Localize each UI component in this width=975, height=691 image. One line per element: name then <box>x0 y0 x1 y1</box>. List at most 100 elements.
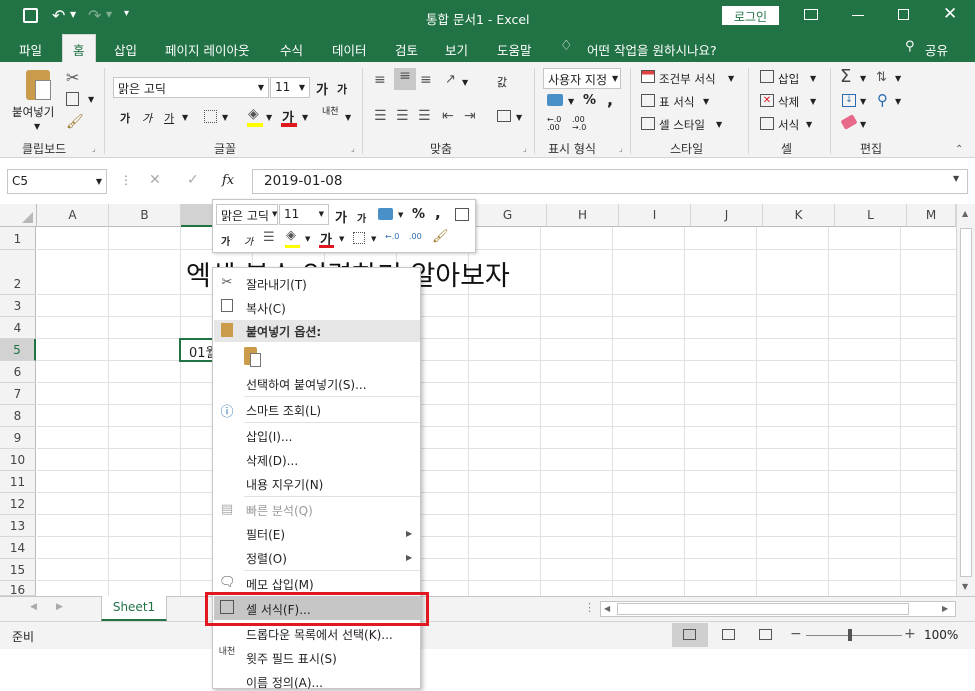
row-header-1[interactable]: 1 <box>0 227 36 250</box>
row-header-9[interactable]: 9 <box>0 427 36 449</box>
alignment-launcher-icon[interactable]: ⌟ <box>523 144 527 153</box>
page-layout-view-icon[interactable] <box>722 629 735 640</box>
scroll-left-icon[interactable]: ◀ <box>604 604 610 613</box>
increase-indent-icon[interactable]: ⇥ <box>464 108 476 124</box>
decrease-decimal-button[interactable]: .00 →.0 <box>572 116 586 132</box>
top-align-icon[interactable]: ≡ <box>374 72 386 88</box>
table-format-button[interactable]: 표 서식 <box>659 94 694 110</box>
minimize-icon[interactable] <box>852 15 864 16</box>
mini-border-dropdown-icon[interactable]: ▼ <box>371 235 376 243</box>
format-dropdown-icon[interactable]: ▼ <box>806 120 812 129</box>
tab-file[interactable]: 파일 <box>19 40 42 59</box>
column-header-h[interactable]: H <box>547 204 619 227</box>
mini-font-chevron-icon[interactable]: ▼ <box>272 210 278 218</box>
table-format-icon[interactable] <box>641 94 655 107</box>
scroll-up-icon[interactable]: ▲ <box>962 209 968 218</box>
merge-dropdown-icon[interactable]: ▼ <box>516 113 522 122</box>
fill-dropdown-icon[interactable]: ▼ <box>266 113 272 122</box>
tab-home[interactable]: 홈 <box>62 34 96 62</box>
menu-item-delete[interactable]: 삭제(D)... <box>246 452 298 469</box>
column-header-b[interactable]: B <box>109 204 181 227</box>
column-header-m[interactable]: M <box>907 204 956 227</box>
menu-item-sort[interactable]: 정렬(O) <box>246 550 287 567</box>
next-sheet-icon[interactable]: ▶ <box>56 602 63 612</box>
mini-grow-font-button[interactable]: 가 <box>335 207 347 226</box>
paste-button[interactable]: 붙여넣기 <box>12 104 54 120</box>
scroll-down-icon[interactable]: ▼ <box>962 582 968 591</box>
menu-item-show-phonetic[interactable]: 윗주 필드 표시(S) <box>246 650 337 667</box>
undo-dropdown-icon[interactable]: ▼ <box>70 10 76 19</box>
sheet-options-icon[interactable]: ⋮ <box>584 601 595 614</box>
copy-dropdown-icon[interactable]: ▼ <box>88 95 94 104</box>
insert-cells-icon[interactable] <box>760 70 774 83</box>
tab-review[interactable]: 검토 <box>395 40 418 59</box>
autosum-dropdown-icon[interactable]: ▼ <box>860 74 866 83</box>
menu-item-pick-from-dropdown[interactable]: 드롭다운 목록에서 선택(K)... <box>246 626 393 643</box>
format-cells-icon[interactable] <box>760 117 774 130</box>
mini-format-painter-icon[interactable]: 🖌 <box>432 229 449 244</box>
redo-icon[interactable]: ↷ <box>88 6 101 25</box>
menu-item-smart-lookup[interactable]: 스마트 조회(L) <box>246 402 321 419</box>
format-painter-icon[interactable]: 🖌 <box>66 114 84 130</box>
mini-increase-decimal-icon[interactable]: ←.0 <box>385 232 399 241</box>
number-format-select[interactable]: 사용자 지정 <box>543 68 621 89</box>
delete-dropdown-icon[interactable]: ▼ <box>810 97 816 106</box>
menu-item-define-name[interactable]: 이름 정의(A)... <box>246 674 323 691</box>
menu-item-format-cells[interactable]: 셀 서식(F)... <box>246 601 311 618</box>
delete-cells-button[interactable]: 삭제 <box>778 94 799 110</box>
accounting-format-icon[interactable] <box>547 94 563 106</box>
find-dropdown-icon[interactable]: ▼ <box>895 97 901 106</box>
cond-dropdown-icon[interactable]: ▼ <box>728 74 734 83</box>
zoom-out-icon[interactable]: − <box>790 626 802 642</box>
scroll-right-icon[interactable]: ▶ <box>942 604 948 613</box>
orientation-icon[interactable]: ↗ <box>445 72 456 87</box>
tab-insert[interactable]: 삽입 <box>114 40 137 59</box>
align-right-icon[interactable]: ☰ <box>418 108 431 124</box>
vertical-scrollbar[interactable]: ▲ ▼ <box>956 204 975 596</box>
cell-style-dropdown-icon[interactable]: ▼ <box>716 120 722 129</box>
autosum-icon[interactable]: Σ <box>840 66 851 87</box>
mini-shrink-font-button[interactable]: 가 <box>357 210 366 225</box>
clear-icon[interactable] <box>840 114 858 130</box>
maximize-icon[interactable] <box>898 9 909 20</box>
mini-font-color-dropdown-icon[interactable]: ▼ <box>339 235 344 243</box>
bold-button[interactable]: 가 <box>120 110 130 126</box>
merge-center-icon[interactable] <box>497 110 511 122</box>
border-icon[interactable] <box>204 110 217 123</box>
table-dropdown-icon[interactable]: ▼ <box>703 97 709 106</box>
enter-icon[interactable]: ✓ <box>187 172 199 188</box>
horizontal-scrollbar[interactable]: ◀ ▶ <box>600 601 956 617</box>
clear-dropdown-icon[interactable]: ▼ <box>860 120 866 129</box>
align-center-icon[interactable]: ☰ <box>396 108 409 124</box>
sort-dropdown-icon[interactable]: ▼ <box>895 74 901 83</box>
row-header-15[interactable]: 15 <box>0 559 36 581</box>
zoom-slider[interactable] <box>806 635 902 636</box>
share-button[interactable]: 공유 <box>925 40 948 59</box>
mini-fill-dropdown-icon[interactable]: ▼ <box>305 235 310 243</box>
column-header-a[interactable]: A <box>37 204 109 227</box>
italic-button[interactable]: 가 <box>142 110 152 126</box>
vertical-scroll-thumb[interactable] <box>960 228 972 577</box>
row-header-14[interactable]: 14 <box>0 537 36 559</box>
conditional-format-icon[interactable] <box>641 70 655 83</box>
paste-icon[interactable] <box>26 70 51 100</box>
row-header-10[interactable]: 10 <box>0 449 36 471</box>
row-header-3[interactable]: 3 <box>0 295 36 317</box>
sort-filter-icon[interactable]: ⇅ <box>876 70 887 85</box>
mini-border-icon[interactable] <box>353 232 365 244</box>
zoom-slider-thumb[interactable] <box>848 629 852 641</box>
more-options-icon[interactable]: ⋮ <box>120 173 132 187</box>
phonetic-dropdown-icon[interactable]: ▼ <box>345 113 351 122</box>
save-icon[interactable] <box>23 8 38 23</box>
middle-align-icon[interactable]: ≡ <box>394 68 416 90</box>
collapse-ribbon-icon[interactable]: ⌃ <box>955 144 963 155</box>
tab-data[interactable]: 데이터 <box>332 40 367 59</box>
horizontal-scroll-thumb[interactable] <box>617 603 909 615</box>
menu-item-insert[interactable]: 삽입(I)... <box>246 428 292 445</box>
delete-cells-icon[interactable]: ✕ <box>760 94 774 107</box>
decrease-indent-icon[interactable]: ⇤ <box>442 108 454 124</box>
name-box[interactable]: C5 ▼ <box>7 169 107 194</box>
ribbon-display-options-icon[interactable] <box>804 9 818 20</box>
column-header-k[interactable]: K <box>763 204 835 227</box>
number-format-chevron-icon[interactable]: ▼ <box>612 74 619 83</box>
